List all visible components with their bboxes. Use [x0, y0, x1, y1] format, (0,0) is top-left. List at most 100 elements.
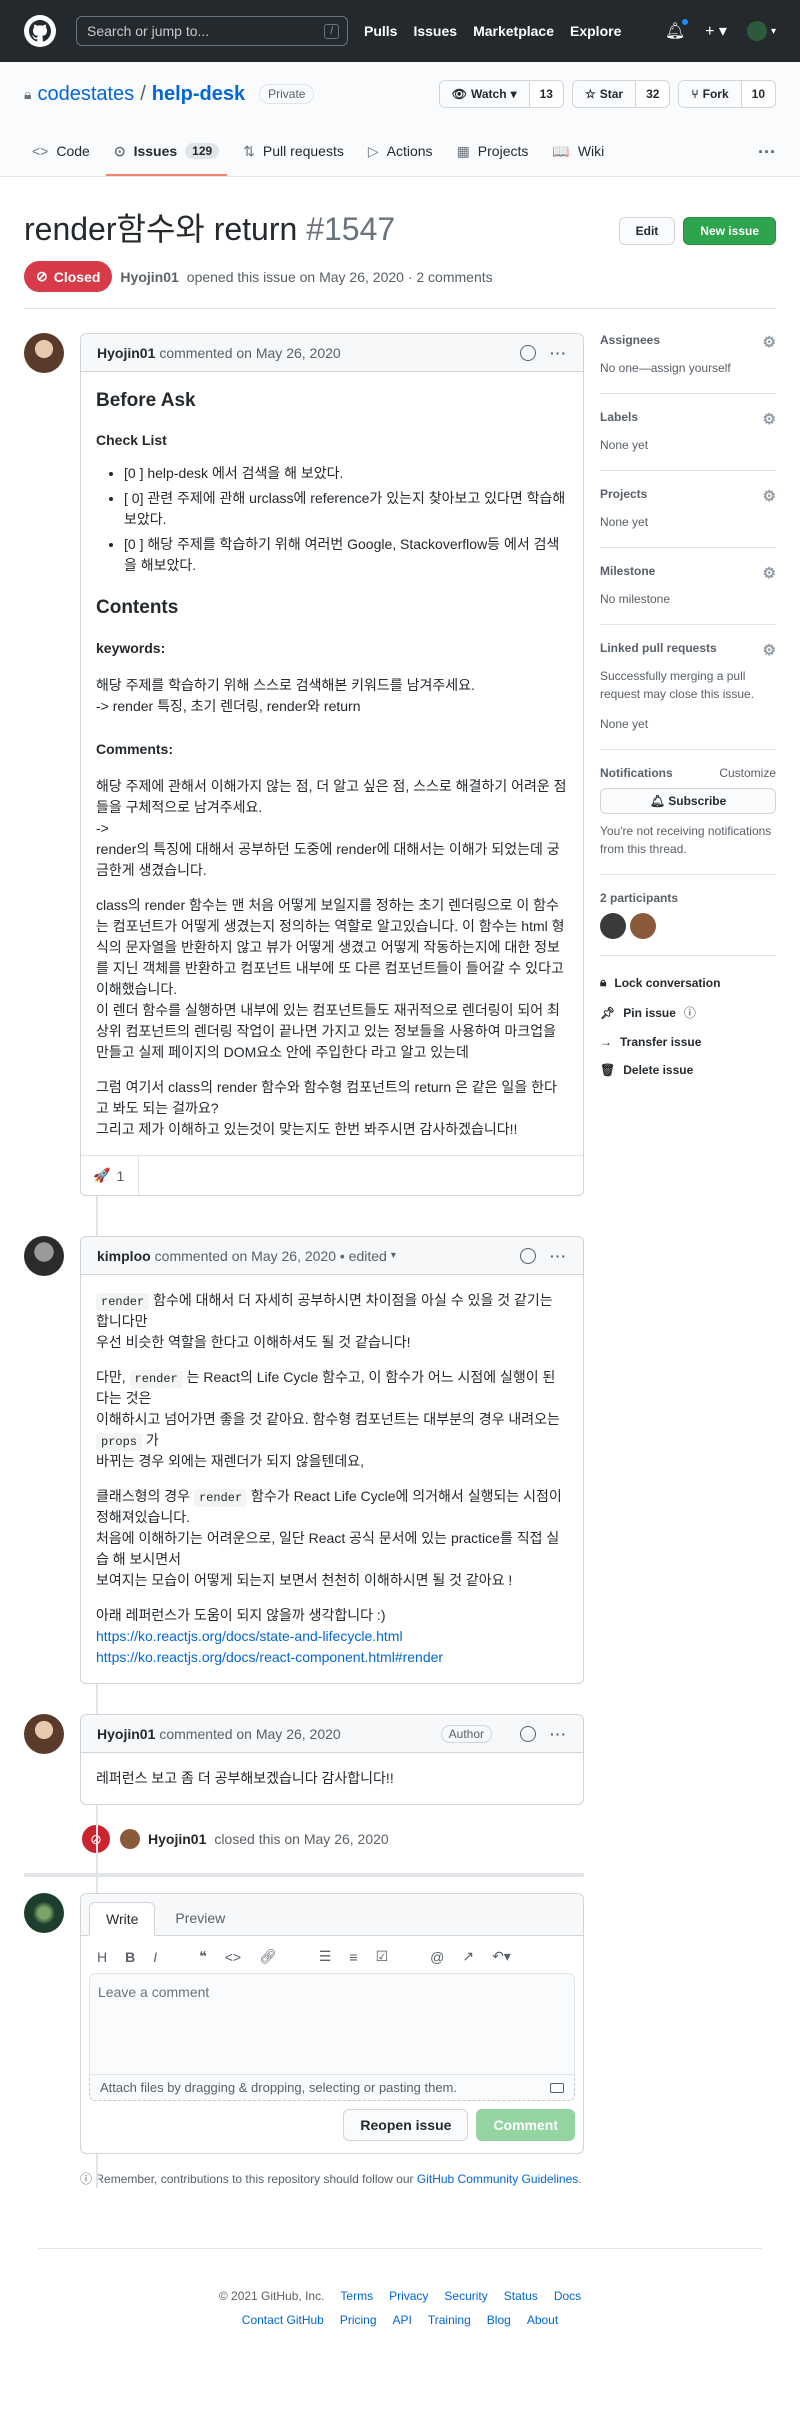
- kebab-icon[interactable]: ···: [550, 1248, 567, 1264]
- comment-button[interactable]: Comment: [476, 2109, 575, 2141]
- mention-icon[interactable]: @: [430, 1949, 444, 1965]
- list-item: [0 ] 해당 주제를 학습하기 위해 여러번 Google, Stackove…: [124, 534, 568, 576]
- avatar[interactable]: [24, 333, 64, 373]
- numbered-list-icon[interactable]: ≡: [349, 1949, 357, 1965]
- smiley-icon[interactable]: [520, 1247, 536, 1264]
- more-icon[interactable]: ···: [758, 128, 776, 176]
- search-input[interactable]: Search or jump to... /: [76, 16, 348, 46]
- nav-issues[interactable]: Issues: [413, 23, 457, 39]
- subscribe-button[interactable]: 🔔︎ Subscribe: [600, 788, 776, 814]
- lock-conversation-button[interactable]: 🔒︎ Lock conversation: [600, 968, 776, 997]
- italic-icon[interactable]: I: [153, 1949, 157, 1965]
- footer-link[interactable]: Terms: [340, 2289, 373, 2303]
- footer-link[interactable]: Training: [428, 2313, 471, 2327]
- nav-marketplace[interactable]: Marketplace: [473, 23, 554, 39]
- star-count[interactable]: 32: [636, 81, 670, 107]
- reference-link[interactable]: https://ko.reactjs.org/docs/react-compon…: [96, 1649, 443, 1665]
- issue-author-link[interactable]: Hyojin01: [120, 269, 178, 285]
- footer-link[interactable]: Pricing: [340, 2313, 377, 2327]
- keywords-line: 해당 주제를 학습하기 위해 스스로 검색해본 키워드를 남겨주세요.: [96, 677, 475, 693]
- avatar[interactable]: [600, 913, 626, 939]
- footer-link[interactable]: Privacy: [389, 2289, 428, 2303]
- code-icon[interactable]: <>: [225, 1949, 241, 1965]
- gear-icon[interactable]: ⚙︎: [763, 564, 776, 582]
- smiley-icon[interactable]: [520, 344, 536, 361]
- comment-header: kimploo commented on May 26, 2020 • edit…: [81, 1237, 583, 1275]
- fork-count[interactable]: 10: [741, 81, 775, 107]
- tab-write[interactable]: Write: [89, 1902, 156, 1936]
- chevron-down-icon[interactable]: ▾: [391, 1250, 396, 1261]
- paragraph: 클래스형의 경우 render 함수가 React Life Cycle에 의거…: [96, 1486, 568, 1591]
- avatar[interactable]: [120, 1829, 140, 1849]
- footer-link[interactable]: Docs: [554, 2289, 581, 2303]
- reaction-rocket[interactable]: 🚀 1: [93, 1156, 140, 1195]
- attach-files-area[interactable]: Attach files by dragging & dropping, sel…: [89, 2075, 575, 2101]
- kebab-icon[interactable]: ···: [550, 1726, 567, 1742]
- transfer-issue-button[interactable]: → Transfer issue: [600, 1028, 776, 1056]
- reference-link[interactable]: https://ko.reactjs.org/docs/state-and-li…: [96, 1628, 403, 1644]
- nav-pulls[interactable]: Pulls: [364, 23, 397, 39]
- tab-pull-requests[interactable]: ⇅ Pull requests: [235, 128, 352, 176]
- task-list-icon[interactable]: ☑: [376, 1948, 389, 1965]
- guidelines-link[interactable]: GitHub Community Guidelines: [417, 2172, 578, 2186]
- gear-icon[interactable]: ⚙︎: [763, 410, 776, 428]
- bullet-list-icon[interactable]: ☰: [319, 1948, 332, 1965]
- link-icon[interactable]: 🔗︎: [259, 1948, 277, 1965]
- avatar[interactable]: [24, 1714, 64, 1754]
- avatar[interactable]: [630, 913, 656, 939]
- create-new-button[interactable]: + ▾: [705, 21, 727, 41]
- footer-link[interactable]: Contact GitHub: [242, 2313, 324, 2327]
- customize-link[interactable]: Customize: [719, 766, 776, 780]
- reference-icon[interactable]: ↗: [462, 1948, 474, 1965]
- nav-explore[interactable]: Explore: [570, 23, 621, 39]
- gear-icon[interactable]: ⚙︎: [763, 641, 776, 659]
- footer-link[interactable]: Blog: [487, 2313, 511, 2327]
- tab-code[interactable]: <> Code: [24, 128, 98, 176]
- timeline-end: [24, 1873, 584, 1877]
- smiley-icon[interactable]: [520, 1725, 536, 1742]
- gear-icon[interactable]: ⚙︎: [763, 333, 776, 351]
- heading-icon[interactable]: H: [97, 1949, 107, 1965]
- tab-issues[interactable]: ⊙ Issues 129: [105, 128, 228, 176]
- pin-issue-button[interactable]: 📌︎ Pin issue ⓘ: [600, 997, 776, 1028]
- assignees-value[interactable]: No one—assign yourself: [600, 359, 776, 377]
- comment-author[interactable]: kimploo: [97, 1248, 151, 1264]
- new-issue-button[interactable]: New issue: [683, 217, 776, 245]
- lock-icon: 🔒︎: [600, 975, 607, 989]
- footer-link[interactable]: Security: [444, 2289, 487, 2303]
- footer-link[interactable]: About: [527, 2313, 558, 2327]
- repo-owner-link[interactable]: codestates: [37, 83, 134, 106]
- comment-body: render 함수에 대해서 더 자세히 공부하시면 차이점을 아실 수 있을 …: [81, 1275, 583, 1683]
- gear-icon[interactable]: ⚙︎: [763, 487, 776, 505]
- quote-icon[interactable]: ❝: [199, 1948, 207, 1965]
- github-logo-icon[interactable]: [24, 15, 56, 47]
- user-menu[interactable]: ▾: [746, 21, 776, 41]
- tab-preview[interactable]: Preview: [159, 1902, 241, 1935]
- watch-count[interactable]: 13: [529, 81, 563, 107]
- edit-button[interactable]: Edit: [618, 217, 676, 245]
- reopen-issue-button[interactable]: Reopen issue: [343, 2109, 469, 2141]
- comment-author[interactable]: Hyojin01: [97, 345, 155, 361]
- reply-icon[interactable]: ↶▾: [492, 1948, 511, 1965]
- event-actor[interactable]: Hyojin01: [148, 1831, 206, 1847]
- kebab-icon[interactable]: ···: [550, 345, 567, 361]
- comment-textarea[interactable]: Leave a comment: [89, 1973, 575, 2075]
- avatar[interactable]: [24, 1236, 64, 1276]
- watch-button[interactable]: 👁︎ Watch ▾ 13: [438, 80, 564, 108]
- comment-header: Hyojin01 commented on May 26, 2020 ···: [81, 334, 583, 372]
- comment-header: Hyojin01 commented on May 26, 2020 Autho…: [81, 1715, 583, 1753]
- notifications-desc: You're not receiving notifications from …: [600, 824, 772, 856]
- delete-issue-button[interactable]: 🗑︎ Delete issue: [600, 1056, 776, 1084]
- notification-dot: [681, 18, 690, 26]
- tab-actions[interactable]: ▷ Actions: [360, 128, 441, 176]
- repo-name-link[interactable]: help-desk: [152, 83, 245, 106]
- footer-link[interactable]: API: [393, 2313, 412, 2327]
- fork-button[interactable]: ⑂ Fork 10: [678, 80, 776, 108]
- footer-link[interactable]: Status: [504, 2289, 538, 2303]
- bell-icon[interactable]: 🔔︎: [665, 18, 690, 41]
- bold-icon[interactable]: B: [125, 1949, 135, 1965]
- tab-wiki[interactable]: 📖 Wiki: [544, 128, 612, 176]
- comment-author[interactable]: Hyojin01: [97, 1726, 155, 1742]
- tab-projects[interactable]: ▦ Projects: [449, 128, 537, 176]
- star-button[interactable]: ☆ Star 32: [571, 80, 671, 108]
